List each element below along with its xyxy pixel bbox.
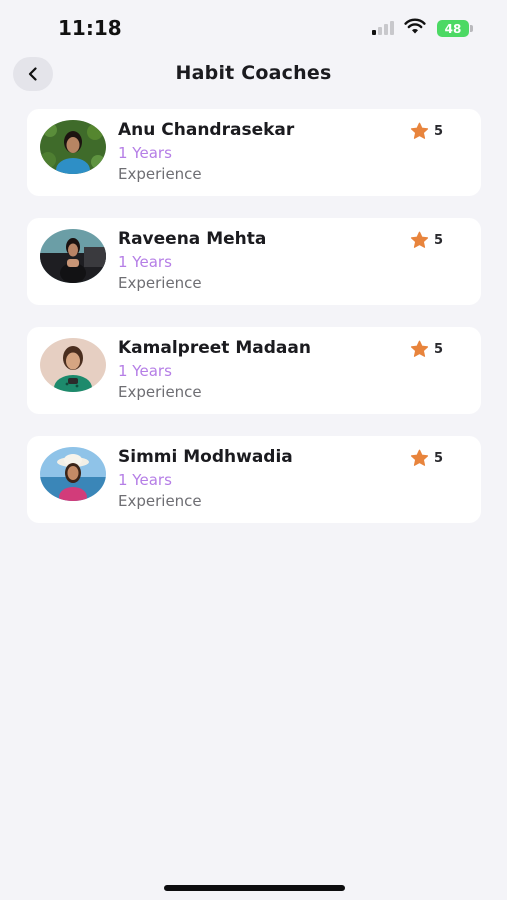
coach-years: 1 Years bbox=[118, 362, 172, 380]
home-indicator[interactable] bbox=[164, 885, 345, 891]
rating-value: 5 bbox=[434, 232, 444, 248]
battery-tip bbox=[470, 25, 473, 32]
rating-value: 5 bbox=[434, 341, 444, 357]
coach-card[interactable]: Simmi Modhwadia 1 Years Experience 5 bbox=[27, 436, 481, 523]
star-icon bbox=[410, 449, 429, 466]
rating-value: 5 bbox=[434, 123, 444, 139]
battery-icon: 48 bbox=[437, 20, 469, 37]
coach-experience-label: Experience bbox=[118, 165, 202, 183]
battery-level: 48 bbox=[444, 21, 462, 36]
rating: 5 bbox=[410, 449, 443, 467]
coach-experience-label: Experience bbox=[118, 383, 202, 401]
star-icon bbox=[410, 340, 429, 357]
coach-experience-label: Experience bbox=[118, 274, 202, 292]
rating: 5 bbox=[410, 122, 443, 140]
coach-name: Simmi Modhwadia bbox=[118, 447, 293, 467]
wifi-icon bbox=[404, 18, 426, 34]
rating: 5 bbox=[410, 231, 443, 249]
coach-list: Anu Chandrasekar 1 Years Experience 5 Ra… bbox=[27, 109, 481, 545]
coach-name: Anu Chandrasekar bbox=[118, 120, 295, 140]
coach-years: 1 Years bbox=[118, 471, 172, 489]
coach-name: Kamalpreet Madaan bbox=[118, 338, 311, 358]
coach-card[interactable]: Raveena Mehta 1 Years Experience 5 bbox=[27, 218, 481, 305]
status-time: 11:18 bbox=[58, 16, 122, 40]
coach-experience-label: Experience bbox=[118, 492, 202, 510]
rating-value: 5 bbox=[434, 450, 444, 466]
rating: 5 bbox=[410, 340, 443, 358]
star-icon bbox=[410, 231, 429, 248]
coach-years: 1 Years bbox=[118, 144, 172, 162]
star-icon bbox=[410, 122, 429, 139]
avatar bbox=[40, 338, 106, 392]
cellular-signal-icon bbox=[372, 21, 394, 35]
avatar bbox=[40, 447, 106, 501]
coach-years: 1 Years bbox=[118, 253, 172, 271]
page-title: Habit Coaches bbox=[175, 62, 332, 84]
avatar bbox=[40, 229, 106, 283]
coach-name: Raveena Mehta bbox=[118, 229, 267, 249]
habit-coaches-screen: 11:18 48 Habit Coaches Anu Chandrasekar … bbox=[0, 0, 507, 900]
coach-card[interactable]: Kamalpreet Madaan 1 Years Experience 5 bbox=[27, 327, 481, 414]
coach-card[interactable]: Anu Chandrasekar 1 Years Experience 5 bbox=[27, 109, 481, 196]
avatar bbox=[40, 120, 106, 174]
status-bar: 11:18 48 bbox=[0, 0, 507, 52]
